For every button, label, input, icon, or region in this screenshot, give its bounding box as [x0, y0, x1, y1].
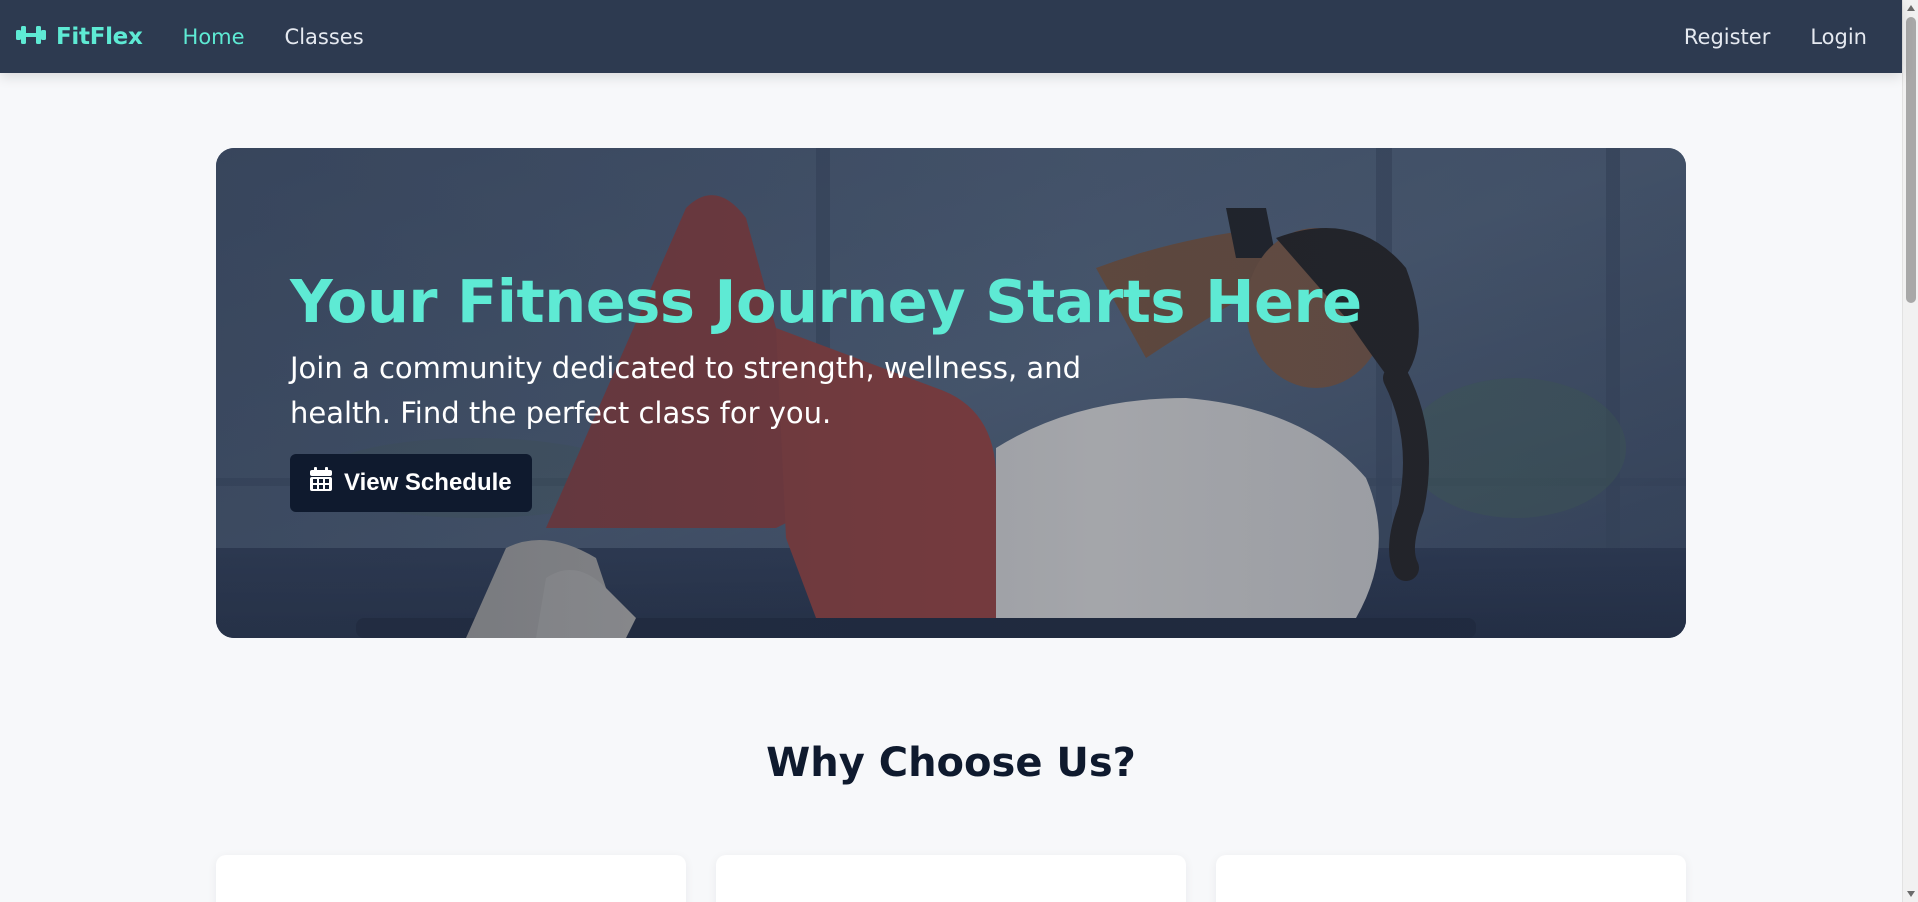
scrollbar-thumb[interactable]	[1906, 17, 1916, 303]
hero-content: Your Fitness Journey Starts Here Join a …	[290, 268, 1390, 512]
nav-link-classes[interactable]: Classes	[285, 25, 364, 49]
brand-name: FitFlex	[56, 23, 143, 50]
feature-card	[1216, 855, 1686, 902]
hero-banner: Your Fitness Journey Starts Here Join a …	[216, 148, 1686, 638]
hero-subtitle: Join a community dedicated to strength, …	[290, 350, 1081, 430]
feature-card	[216, 855, 686, 902]
page-scrollbar[interactable]	[1902, 0, 1918, 902]
brand-logo-link[interactable]: FitFlex	[15, 24, 143, 50]
calendar-icon	[310, 467, 332, 498]
scroll-up-arrow-icon[interactable]	[1903, 0, 1918, 16]
view-schedule-button[interactable]: View Schedule	[290, 453, 532, 512]
nav-link-home[interactable]: Home	[183, 25, 245, 49]
feature-card	[716, 855, 1186, 902]
dumbbell-icon	[15, 24, 47, 50]
login-link[interactable]: Login	[1810, 25, 1867, 49]
scroll-down-arrow-icon[interactable]	[1903, 886, 1918, 902]
view-schedule-label: View Schedule	[344, 468, 512, 496]
features-section-title: Why Choose Us?	[766, 740, 1136, 786]
hero-title: Your Fitness Journey Starts Here	[290, 267, 1362, 336]
register-link[interactable]: Register	[1684, 25, 1770, 49]
auth-links: Register Login	[1684, 25, 1887, 49]
top-navbar: FitFlex Home Classes Register Login	[0, 0, 1902, 73]
